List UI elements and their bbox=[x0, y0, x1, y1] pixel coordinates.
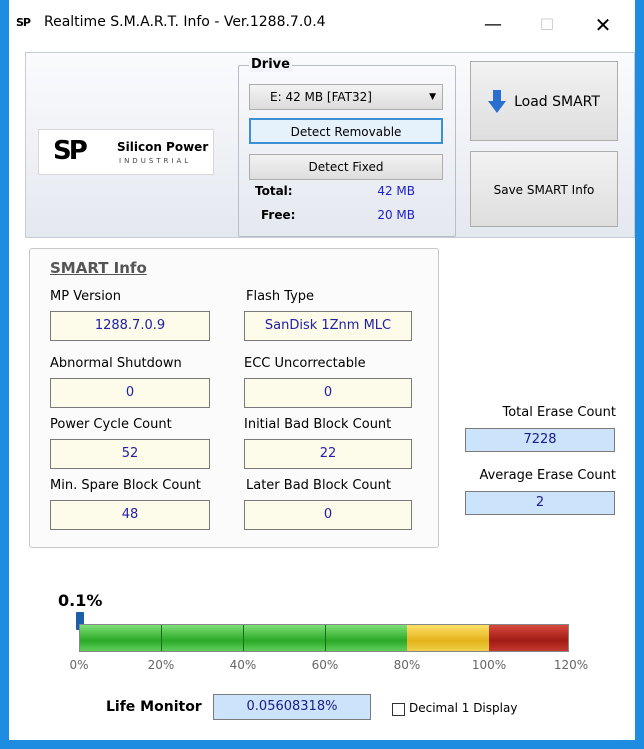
drive-group-label: Drive bbox=[249, 57, 292, 72]
life-monitor-field: 0.05608318% bbox=[213, 694, 371, 720]
flash-type-field: SanDisk 1Znm MLC bbox=[244, 311, 412, 341]
life-bar-bad bbox=[489, 625, 568, 651]
scale-label: 0% bbox=[69, 658, 89, 672]
scale-label: 60% bbox=[311, 658, 339, 672]
logo-subtitle: INDUSTRIAL bbox=[119, 157, 192, 165]
drive-panel: SP Silicon Power INDUSTRIAL Drive E: 42 … bbox=[25, 52, 635, 238]
scale-label: 20% bbox=[147, 658, 175, 672]
drive-group: Drive E: 42 MB [FAT32] ▼ Detect Removabl… bbox=[238, 57, 456, 237]
logo-mark: SP bbox=[53, 136, 88, 166]
mp-version-label: MP Version bbox=[50, 289, 121, 304]
total-label: Total: bbox=[255, 184, 293, 198]
later-bad-label: Later Bad Block Count bbox=[246, 478, 391, 493]
scale-label: 100% bbox=[471, 658, 507, 672]
power-cycle-field: 52 bbox=[50, 439, 210, 469]
total-value: 42 MB bbox=[377, 184, 415, 198]
arrow-down-icon bbox=[488, 90, 507, 113]
avg-erase-label: Average Erase Count bbox=[479, 468, 616, 483]
total-erase-label: Total Erase Count bbox=[502, 405, 616, 420]
bar-divider bbox=[161, 625, 162, 651]
brand-logo: SP Silicon Power INDUSTRIAL bbox=[38, 129, 214, 175]
load-smart-label: Load SMART bbox=[514, 94, 600, 110]
ecc-field: 0 bbox=[244, 378, 412, 408]
power-cycle-label: Power Cycle Count bbox=[50, 417, 172, 432]
chevron-down-icon: ▼ bbox=[429, 92, 436, 102]
ecc-label: ECC Uncorrectable bbox=[244, 356, 366, 371]
later-bad-field: 0 bbox=[244, 500, 412, 530]
detect-fixed-button[interactable]: Detect Fixed bbox=[249, 154, 443, 180]
scale-label: 120% bbox=[553, 658, 589, 672]
bar-divider bbox=[243, 625, 244, 651]
save-smart-button[interactable]: Save SMART Info bbox=[470, 151, 618, 227]
abnormal-shutdown-field: 0 bbox=[50, 378, 210, 408]
drive-select-value: E: 42 MB [FAT32] bbox=[270, 90, 372, 104]
scale-label: 80% bbox=[393, 658, 421, 672]
initial-bad-field: 22 bbox=[244, 439, 412, 469]
client-area: SP Silicon Power INDUSTRIAL Drive E: 42 … bbox=[9, 48, 635, 740]
life-percent: 0.1% bbox=[58, 591, 103, 610]
life-bar-warn bbox=[407, 625, 489, 651]
decimal-display-checkbox[interactable] bbox=[392, 703, 405, 716]
drive-select[interactable]: E: 42 MB [FAT32] ▼ bbox=[249, 84, 443, 110]
smart-info-title: SMART Info bbox=[50, 259, 147, 277]
initial-bad-label: Initial Bad Block Count bbox=[244, 417, 392, 432]
avg-erase-field: 2 bbox=[465, 491, 615, 515]
life-monitor-label: Life Monitor bbox=[106, 699, 202, 715]
bar-divider bbox=[325, 625, 326, 651]
load-smart-button[interactable]: Load SMART bbox=[470, 61, 618, 141]
min-spare-field: 48 bbox=[50, 500, 210, 530]
min-spare-label: Min. Spare Block Count bbox=[50, 478, 201, 493]
free-value: 20 MB bbox=[377, 208, 415, 222]
detect-removable-button[interactable]: Detect Removable bbox=[249, 118, 443, 144]
life-bar bbox=[79, 624, 569, 652]
flash-type-label: Flash Type bbox=[246, 289, 315, 304]
logo-name: Silicon Power bbox=[117, 140, 209, 154]
decimal-display-label[interactable]: Decimal 1 Display bbox=[409, 701, 517, 715]
smart-info-panel: SMART Info MP Version 1288.7.0.9 Flash T… bbox=[29, 248, 439, 548]
mp-version-field: 1288.7.0.9 bbox=[50, 311, 210, 341]
scale-label: 40% bbox=[229, 658, 257, 672]
total-erase-field: 7228 bbox=[465, 428, 615, 452]
abnormal-shutdown-label: Abnormal Shutdown bbox=[50, 356, 182, 371]
free-label: Free: bbox=[261, 208, 296, 222]
